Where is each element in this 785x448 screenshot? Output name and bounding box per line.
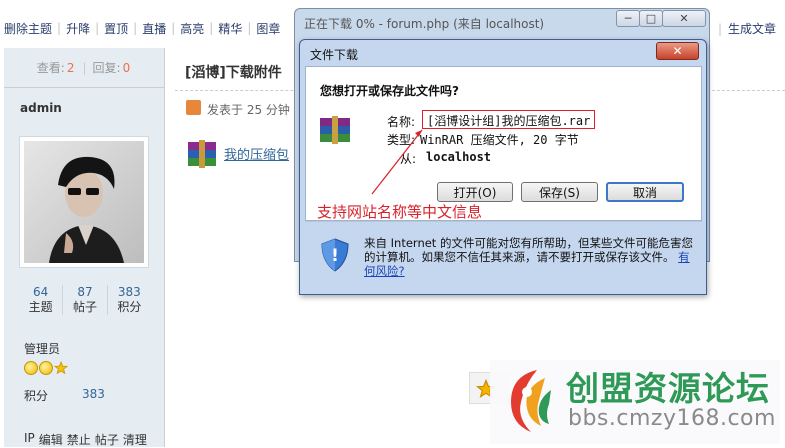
replies-label: 回复: <box>92 61 121 75</box>
security-warning: 来自 Internet 的文件可能对您有所帮助，但某些文件可能危害您的计算机。如… <box>364 236 698 278</box>
dialog-question: 您想打开或保存此文件吗? <box>320 84 459 98</box>
count-points[interactable]: 383 积分 <box>108 285 151 315</box>
watermark-url: bbs.cmzy168.com <box>568 406 776 431</box>
toolbar-live[interactable]: 直播 <box>142 20 166 37</box>
count-points-label: 积分 <box>117 300 142 314</box>
count-topics[interactable]: 64 主题 <box>19 285 64 315</box>
count-points-value: 383 <box>117 285 141 299</box>
admin-link-ip[interactable]: IP <box>24 431 35 448</box>
count-posts[interactable]: 87 帖子 <box>63 285 108 315</box>
annotation-text: 支持网站名称等中文信息 <box>317 203 483 221</box>
cancel-button[interactable]: 取消 <box>606 182 684 202</box>
file-source-value: localhost <box>426 150 492 164</box>
avatar[interactable] <box>19 136 149 268</box>
views-label: 查看: <box>36 61 65 75</box>
save-button[interactable]: 保存(S) <box>521 182 598 202</box>
views-value: 2 <box>66 60 75 75</box>
dialog-close-button[interactable]: ✕ <box>656 42 699 60</box>
progress-window-title: 正在下载 0% - forum.php (来自 localhost) <box>304 17 545 31</box>
sun-icon <box>39 361 53 375</box>
points-value[interactable]: 383 <box>82 387 105 401</box>
attachment-link[interactable]: 我的压缩包 <box>224 144 289 163</box>
toolbar-delete-topic[interactable]: 删除主题 <box>4 20 52 37</box>
svg-text:!: ! <box>331 246 339 266</box>
winrar-file-icon <box>320 116 350 144</box>
toolbar-generate-article[interactable]: 生成文章 <box>728 20 776 37</box>
minimize-button[interactable]: ─ <box>616 10 640 27</box>
thread-stats: 查看: 2 | 回复: 0 <box>4 48 165 88</box>
replies-value: 0 <box>122 60 131 75</box>
user-online-icon <box>186 100 201 115</box>
count-posts-value: 87 <box>77 285 93 299</box>
rar-file-icon <box>188 140 216 168</box>
post-meta: 发表于 25 分钟 <box>207 103 290 117</box>
open-button[interactable]: 打开(O) <box>437 182 513 202</box>
sun-icon <box>24 361 38 375</box>
admin-link-clean[interactable]: 清理 <box>123 431 147 448</box>
watermark-title: 创盟资源论坛 <box>566 369 770 408</box>
toolbar-stick[interactable]: 置顶 <box>104 20 128 37</box>
maximize-button[interactable]: □ <box>639 10 663 27</box>
toolbar-digest[interactable]: 精华 <box>218 20 242 37</box>
toolbar-stamp[interactable]: 图章 <box>256 20 280 37</box>
admin-link-edit[interactable]: 编辑 <box>39 431 63 448</box>
star-icon <box>54 361 68 375</box>
progress-close-button[interactable]: ✕ <box>662 10 706 27</box>
dialog-title: 文件下载 <box>310 48 359 62</box>
warning-text: 来自 Internet 的文件可能对您有所帮助，但某些文件可能危害您的计算机。如… <box>364 236 693 264</box>
admin-link-posts[interactable]: 帖子 <box>95 431 119 448</box>
count-topics-label: 主题 <box>28 300 53 314</box>
username[interactable]: admin <box>20 101 62 115</box>
user-counts: 64 主题 87 帖子 383 积分 <box>19 285 151 315</box>
count-posts-label: 帖子 <box>72 300 97 314</box>
admin-link-ban[interactable]: 禁止 <box>67 431 91 448</box>
dialog-divider <box>305 221 702 222</box>
admin-links: IP 编辑 禁止 帖子 清理 <box>24 431 147 448</box>
file-type-value: WinRAR 压缩文件, 20 字节 <box>420 133 579 147</box>
moderation-toolbar: 删除主题 | 升降 | 置顶 | 直播 | 高亮 | 精华 | 图章 <box>4 20 281 37</box>
post-title: [滔博]下载附件 <box>185 65 282 81</box>
toolbar-raise-lower[interactable]: 升降 <box>66 20 90 37</box>
watermark-logo-icon <box>511 370 551 432</box>
security-shield-icon: ! <box>321 238 349 272</box>
avatar-photo <box>24 141 144 263</box>
rank-stars <box>24 361 68 375</box>
annotation-arrow <box>371 129 423 195</box>
count-topics-value: 64 <box>33 285 49 299</box>
points-label: 积分 <box>24 389 49 403</box>
toolbar-right: | 生成文章 <box>718 20 777 37</box>
user-role: 管理员 <box>24 342 61 356</box>
toolbar-highlight[interactable]: 高亮 <box>180 20 204 37</box>
file-name-value: [滔博设计组]我的压缩包.rar <box>422 110 596 129</box>
